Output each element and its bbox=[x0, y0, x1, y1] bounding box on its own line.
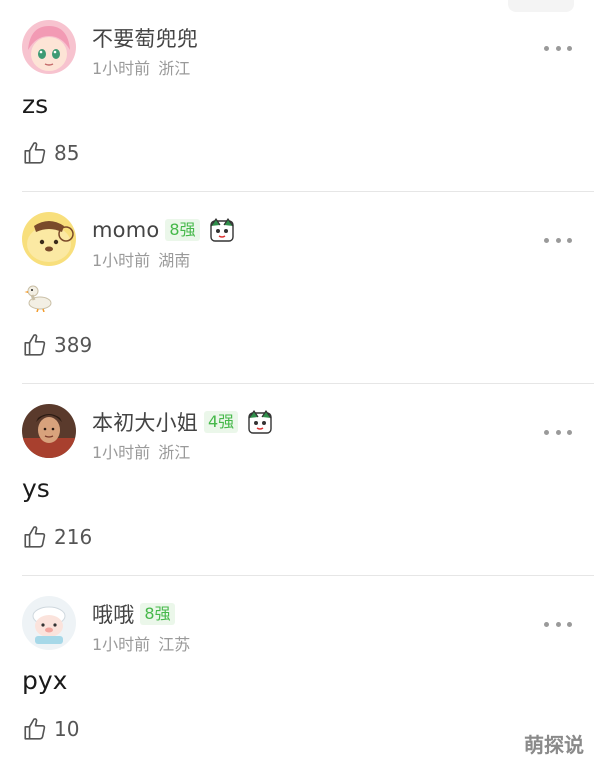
more-dots-icon[interactable] bbox=[544, 44, 572, 52]
avatar[interactable] bbox=[22, 20, 76, 74]
comment-header: 本初大小姐 4强 bbox=[92, 408, 274, 436]
comment-meta: 1小时前 浙江 bbox=[92, 439, 190, 463]
watermark: 萌探说 bbox=[518, 727, 590, 760]
comment-item: 哦哦 8强 1小时前 江苏 pyx 10 bbox=[0, 576, 594, 766]
username[interactable]: 不要萄兜兜 bbox=[92, 23, 198, 53]
like-button[interactable]: 389 bbox=[22, 332, 92, 358]
like-count: 10 bbox=[54, 717, 80, 741]
like-count: 85 bbox=[54, 141, 80, 165]
fan-badge-icon bbox=[248, 409, 272, 434]
comment-meta: 1小时前 江苏 bbox=[92, 631, 190, 655]
comment-text: zs bbox=[22, 90, 49, 119]
comment-list: 不要萄兜兜 1小时前 浙江 zs 85 momo 8强 1小时前 湖南 389 … bbox=[0, 0, 594, 766]
avatar[interactable] bbox=[22, 212, 76, 266]
avatar[interactable] bbox=[22, 596, 76, 650]
comment-header: momo 8强 bbox=[92, 216, 236, 244]
comment-time: 1小时前 bbox=[92, 635, 151, 654]
avatar[interactable] bbox=[22, 404, 76, 458]
comment-location: 湖南 bbox=[158, 251, 191, 270]
like-button[interactable]: 85 bbox=[22, 140, 79, 166]
level-badge: 8强 bbox=[165, 219, 200, 241]
username[interactable]: momo bbox=[92, 218, 159, 242]
comment-item: 不要萄兜兜 1小时前 浙江 zs 85 bbox=[0, 0, 594, 192]
comment-location: 江苏 bbox=[158, 635, 191, 654]
comment-meta: 1小时前 湖南 bbox=[92, 247, 190, 271]
comment-meta: 1小时前 浙江 bbox=[92, 55, 190, 79]
thumbs-up-icon bbox=[24, 334, 46, 356]
level-badge: 8强 bbox=[140, 603, 175, 625]
thumbs-up-icon bbox=[24, 718, 46, 740]
pompompurin-avatar-icon bbox=[22, 212, 76, 266]
comment-text: ys bbox=[22, 474, 50, 503]
more-dots-icon[interactable] bbox=[544, 428, 572, 436]
username[interactable]: 哦哦 bbox=[92, 599, 134, 629]
more-dots-icon[interactable] bbox=[544, 236, 572, 244]
comment-item: 本初大小姐 4强 1小时前 浙江 ys 216 bbox=[0, 384, 594, 576]
comment-time: 1小时前 bbox=[92, 443, 151, 462]
comment-time: 1小时前 bbox=[92, 251, 151, 270]
comment-item: momo 8强 1小时前 湖南 389 bbox=[0, 192, 594, 384]
like-button[interactable]: 216 bbox=[22, 524, 92, 550]
level-badge: 4强 bbox=[204, 411, 239, 433]
more-dots-icon[interactable] bbox=[544, 620, 572, 628]
like-count: 216 bbox=[54, 525, 93, 549]
cartoon-sheep-avatar-icon bbox=[22, 596, 76, 650]
like-count: 389 bbox=[54, 333, 93, 357]
portrait-avatar-icon bbox=[22, 404, 76, 458]
fan-badge-icon bbox=[209, 217, 234, 242]
username[interactable]: 本初大小姐 bbox=[92, 407, 198, 437]
thumbs-up-icon bbox=[24, 526, 46, 548]
like-button[interactable]: 10 bbox=[22, 716, 79, 742]
comment-header: 不要萄兜兜 bbox=[92, 24, 198, 52]
comment-text: pyx bbox=[22, 666, 68, 695]
comment-location: 浙江 bbox=[158, 59, 191, 78]
comment-location: 浙江 bbox=[158, 443, 191, 462]
anime-girl-avatar-icon bbox=[22, 20, 76, 74]
thumbs-up-icon bbox=[24, 142, 46, 164]
comment-header: 哦哦 8强 bbox=[92, 600, 175, 628]
comment-time: 1小时前 bbox=[92, 59, 151, 78]
duck-emoji-icon bbox=[24, 285, 52, 312]
